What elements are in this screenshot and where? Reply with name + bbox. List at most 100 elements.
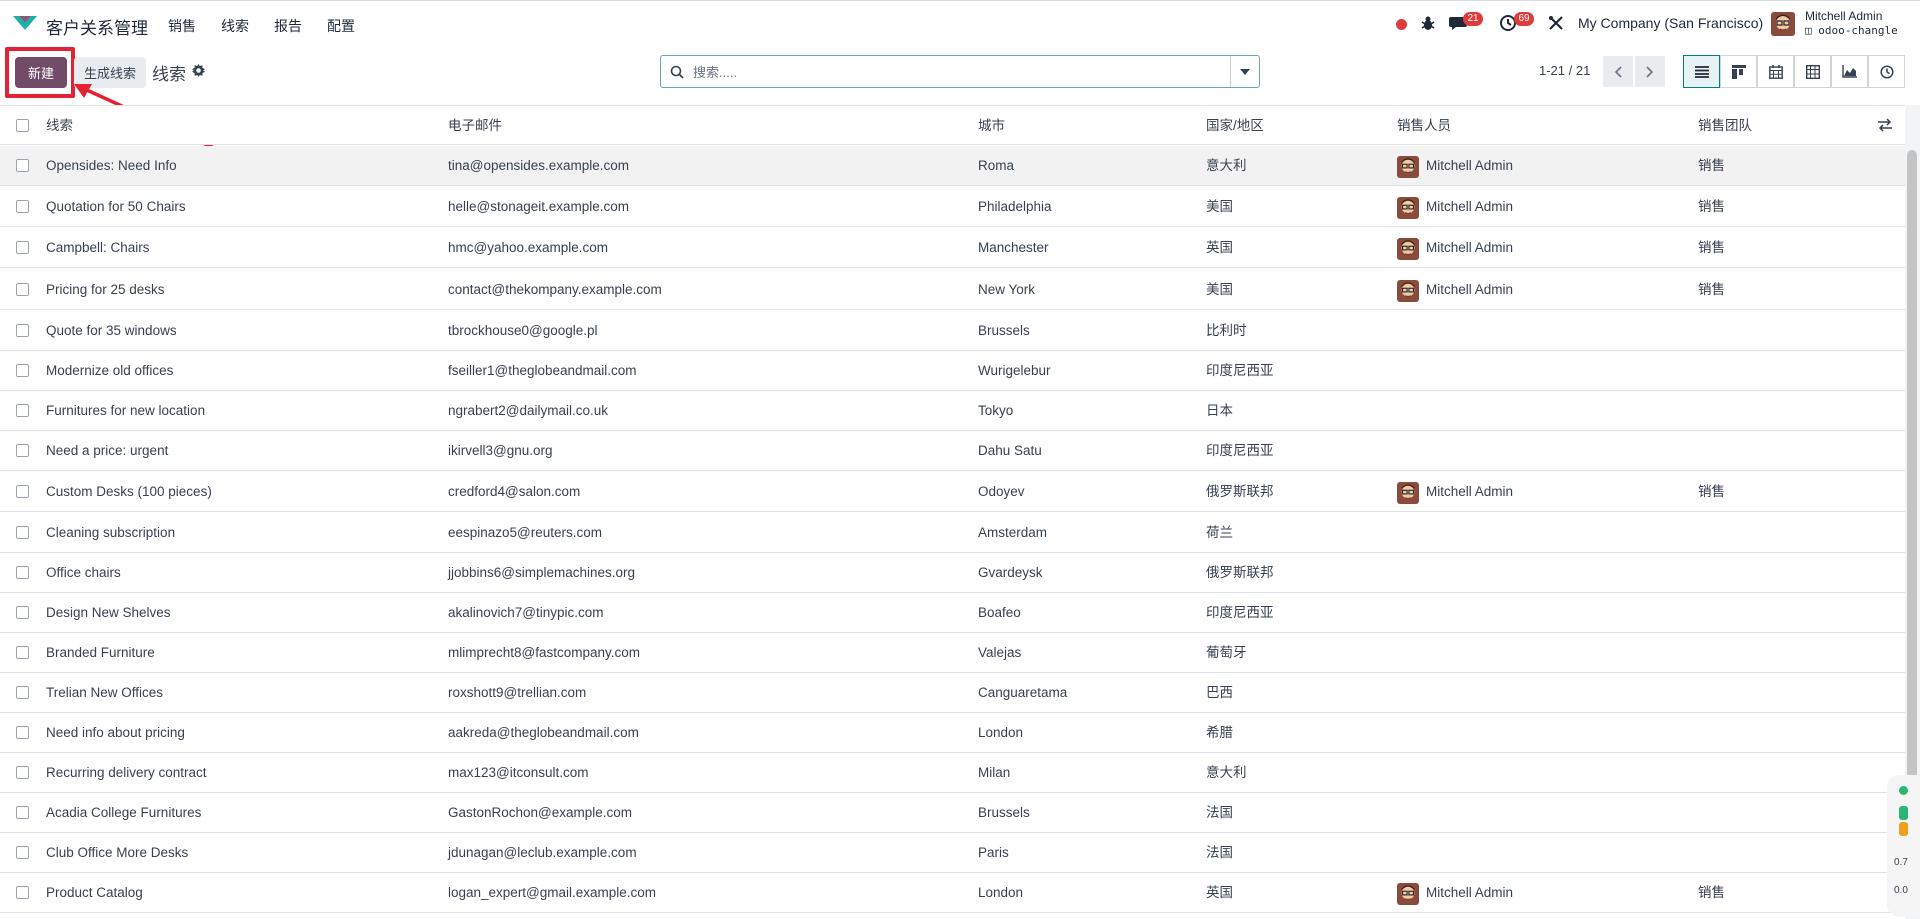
- lead-name-cell[interactable]: Campbell: Chairs: [46, 228, 150, 268]
- row-checkbox[interactable]: [16, 159, 29, 172]
- debug-tools-icon[interactable]: [1547, 14, 1565, 32]
- row-checkbox[interactable]: [16, 886, 29, 899]
- table-row[interactable]: Quotation for 50 Chairs helle@stonageit.e…: [0, 187, 1905, 227]
- table-row[interactable]: Trelian New Offices roxshott9@trellian.co…: [0, 673, 1905, 713]
- column-header-email[interactable]: 电子邮件: [448, 106, 502, 146]
- row-checkbox[interactable]: [16, 806, 29, 819]
- row-checkbox[interactable]: [16, 846, 29, 859]
- table-row[interactable]: Office chairs jjobbins6@simplemachines.or…: [0, 553, 1905, 593]
- table-row[interactable]: Cleaning subscription eespinazo5@reuters.…: [0, 513, 1905, 553]
- user-avatar[interactable]: [1771, 12, 1795, 36]
- kanban-view-button[interactable]: [1720, 55, 1757, 88]
- table-row[interactable]: Need a price: urgent ikirvell3@gnu.org Dah…: [0, 431, 1905, 471]
- table-row[interactable]: Recurring delivery contract max123@itcons…: [0, 753, 1905, 793]
- row-checkbox[interactable]: [16, 686, 29, 699]
- chat-badge: 21: [1463, 12, 1483, 26]
- table-row[interactable]: Design New Shelves akalinovich7@tinypic.c…: [0, 593, 1905, 633]
- pivot-view-button[interactable]: [1794, 55, 1831, 88]
- lead-name-cell[interactable]: Office chairs: [46, 553, 121, 593]
- column-header-salesperson[interactable]: 销售人员: [1397, 106, 1451, 146]
- column-header-city[interactable]: 城市: [978, 106, 1005, 146]
- search-options-toggle[interactable]: [1230, 56, 1259, 87]
- app-title[interactable]: 客户关系管理: [46, 14, 148, 39]
- lead-name-cell[interactable]: Branded Furniture: [46, 633, 155, 673]
- bug-icon[interactable]: [1420, 14, 1436, 32]
- lead-name-cell[interactable]: Trelian New Offices: [46, 673, 163, 713]
- row-checkbox[interactable]: [16, 606, 29, 619]
- city-cell: London: [978, 725, 1024, 740]
- row-checkbox[interactable]: [16, 485, 29, 498]
- row-checkbox[interactable]: [16, 241, 29, 254]
- recording-indicator-icon[interactable]: [1396, 19, 1407, 30]
- lead-name-cell[interactable]: Modernize old offices: [46, 351, 173, 391]
- email-cell: roxshott9@trellian.com: [448, 685, 587, 700]
- lead-name-cell[interactable]: Need a price: urgent: [46, 431, 168, 471]
- gear-icon[interactable]: [192, 64, 205, 77]
- graph-view-button[interactable]: [1831, 55, 1868, 88]
- row-checkbox[interactable]: [16, 646, 29, 659]
- table-row[interactable]: Pricing for 25 desks contact@thekompany.e…: [0, 270, 1905, 310]
- activity-view-button[interactable]: [1868, 55, 1905, 88]
- user-name[interactable]: Mitchell Admin: [1805, 9, 1882, 23]
- menu-item-leads[interactable]: 线索: [221, 16, 249, 36]
- caret-down-icon: [1240, 68, 1250, 75]
- menu-item-configuration[interactable]: 配置: [327, 16, 355, 36]
- row-checkbox[interactable]: [16, 766, 29, 779]
- city-cell: Philadelphia: [978, 199, 1052, 214]
- row-checkbox[interactable]: [16, 324, 29, 337]
- table-row[interactable]: Acadia College Furnitures GastonRochon@ex…: [0, 793, 1905, 833]
- pager-next-button[interactable]: [1635, 56, 1665, 87]
- table-row[interactable]: Custom Desks (100 pieces) credford4@salon…: [0, 472, 1905, 512]
- pager-previous-button[interactable]: [1603, 56, 1633, 87]
- table-row[interactable]: Furnitures for new location ngrabert2@dai…: [0, 391, 1905, 431]
- column-header-country[interactable]: 国家/地区: [1206, 106, 1264, 146]
- optional-columns-icon[interactable]: [1878, 118, 1892, 132]
- top-navbar: 客户关系管理 销售 线索 报告 配置 21 69 My Company (San…: [0, 0, 1920, 46]
- table-row[interactable]: Branded Furniture mlimprecht8@fastcompany…: [0, 633, 1905, 673]
- menu-item-reporting[interactable]: 报告: [274, 16, 302, 36]
- country-cell: 法国: [1206, 805, 1233, 820]
- lead-name-cell[interactable]: Furnitures for new location: [46, 391, 205, 431]
- lead-name-cell[interactable]: Need info about pricing: [46, 713, 185, 753]
- email-cell: tbrockhouse0@google.pl: [448, 323, 598, 338]
- email-cell: GastonRochon@example.com: [448, 805, 633, 820]
- row-checkbox[interactable]: [16, 566, 29, 579]
- lead-name-cell[interactable]: Opensides: Need Info: [46, 146, 177, 186]
- lead-name-cell[interactable]: Design New Shelves: [46, 593, 171, 633]
- row-checkbox[interactable]: [16, 726, 29, 739]
- table-row[interactable]: Opensides: Need Info tina@opensides.examp…: [0, 146, 1905, 186]
- lead-name-cell[interactable]: Custom Desks (100 pieces): [46, 472, 212, 512]
- table-row[interactable]: Modernize old offices fseiller1@theglobea…: [0, 351, 1905, 391]
- email-cell: aakreda@theglobeandmail.com: [448, 725, 639, 740]
- company-switcher[interactable]: My Company (San Francisco): [1578, 15, 1763, 31]
- lead-name-cell[interactable]: Cleaning subscription: [46, 513, 175, 553]
- lead-name-cell[interactable]: Quote for 35 windows: [46, 311, 177, 351]
- menu-item-sales[interactable]: 销售: [168, 16, 196, 36]
- select-all-checkbox[interactable]: [16, 119, 29, 132]
- lead-name-cell[interactable]: Club Office More Desks: [46, 833, 188, 873]
- table-row[interactable]: Quote for 35 windows tbrockhouse0@google.…: [0, 311, 1905, 351]
- list-view-button[interactable]: [1683, 55, 1720, 88]
- column-header-sales-team[interactable]: 销售团队: [1698, 106, 1752, 146]
- table-row[interactable]: Club Office More Desks jdunagan@leclub.ex…: [0, 833, 1905, 873]
- table-row[interactable]: Product Catalog logan_expert@gmail.exampl…: [0, 873, 1905, 913]
- crm-logo-icon[interactable]: [12, 13, 38, 33]
- pager-value[interactable]: 1-21 / 21: [1539, 63, 1590, 78]
- lead-name-cell[interactable]: Quotation for 50 Chairs: [46, 187, 186, 227]
- calendar-view-button[interactable]: [1757, 55, 1794, 88]
- search-input[interactable]: [691, 60, 1225, 85]
- row-checkbox[interactable]: [16, 283, 29, 296]
- row-checkbox[interactable]: [16, 200, 29, 213]
- table-row[interactable]: Need info about pricing aakreda@theglobea…: [0, 713, 1905, 753]
- row-checkbox[interactable]: [16, 404, 29, 417]
- row-checkbox[interactable]: [16, 364, 29, 377]
- lead-name-cell[interactable]: Pricing for 25 desks: [46, 270, 165, 310]
- table-row[interactable]: Campbell: Chairs hmc@yahoo.example.com Man…: [0, 228, 1905, 268]
- row-checkbox[interactable]: [16, 526, 29, 539]
- lead-name-cell[interactable]: Acadia College Furnitures: [46, 793, 201, 833]
- country-cell: 意大利: [1206, 765, 1247, 780]
- lead-name-cell[interactable]: Recurring delivery contract: [46, 753, 207, 793]
- column-header-lead[interactable]: 线索: [46, 106, 73, 146]
- lead-name-cell[interactable]: Product Catalog: [46, 873, 143, 913]
- row-checkbox[interactable]: [16, 444, 29, 457]
